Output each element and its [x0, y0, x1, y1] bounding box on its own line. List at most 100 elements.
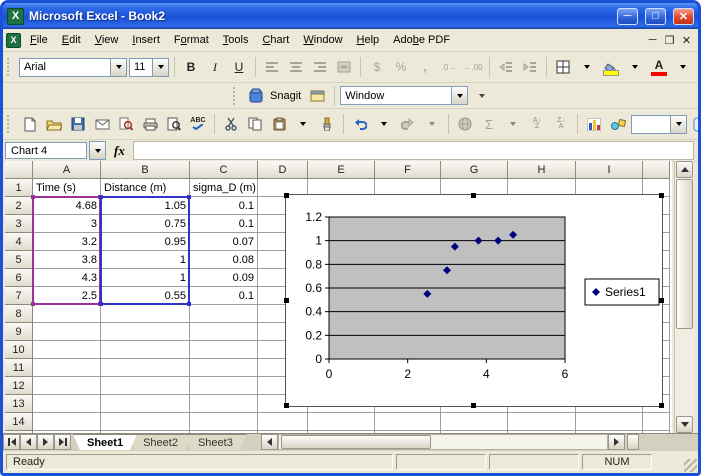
range-fill-handle[interactable] — [99, 302, 103, 306]
row-header-14[interactable]: 14 — [5, 413, 33, 431]
borders-icon[interactable] — [552, 56, 574, 78]
menu-file[interactable]: File — [23, 31, 55, 49]
range-fill-handle[interactable] — [31, 195, 35, 199]
bold-button[interactable]: B — [180, 56, 202, 78]
search-icon[interactable] — [115, 113, 137, 135]
menu-edit[interactable]: Edit — [55, 31, 88, 49]
help-icon[interactable]: ? — [689, 113, 701, 135]
cell-B1[interactable]: Distance (m) — [101, 179, 189, 196]
snagit-profile-combo[interactable]: Window — [340, 86, 468, 105]
resize-grip[interactable] — [684, 459, 697, 472]
maximize-button[interactable]: □ — [645, 8, 666, 25]
column-header-A[interactable]: A — [33, 161, 101, 179]
sort-ascending-icon[interactable]: A↓Z — [526, 113, 548, 135]
fill-color-icon[interactable] — [600, 56, 622, 78]
hyperlink-icon[interactable] — [454, 113, 476, 135]
percent-button[interactable]: % — [390, 56, 412, 78]
close-button[interactable]: ✕ — [673, 8, 694, 25]
vertical-scroll-thumb[interactable] — [676, 179, 693, 329]
row-header-8[interactable]: 8 — [5, 305, 33, 323]
cell-C1[interactable]: sigma_D (m) — [190, 179, 257, 196]
workbook-minimize-button[interactable]: ─ — [644, 33, 661, 48]
chart-wizard-icon[interactable] — [583, 113, 605, 135]
horizontal-scroll-track[interactable] — [278, 434, 608, 450]
toolbar-grip[interactable] — [233, 87, 240, 105]
font-color-icon[interactable]: A — [648, 56, 670, 78]
cell-C2[interactable]: 0.1 — [190, 197, 257, 214]
horizontal-scroll-thumb[interactable] — [281, 435, 431, 449]
name-box[interactable]: Chart 4 — [5, 142, 87, 159]
row-header-1[interactable]: 1 — [5, 179, 33, 197]
menu-adobe-pdf[interactable]: Adobe PDF — [386, 31, 457, 49]
chart-resize-handle[interactable] — [284, 403, 289, 408]
menu-chart[interactable]: Chart — [255, 31, 296, 49]
sort-descending-icon[interactable]: Z↓A — [550, 113, 572, 135]
menu-help[interactable]: Help — [350, 31, 387, 49]
row-header-10[interactable]: 10 — [5, 341, 33, 359]
row-header-7[interactable]: 7 — [5, 287, 33, 305]
cell-C6[interactable]: 0.09 — [190, 269, 257, 286]
minimize-button[interactable]: ─ — [617, 8, 638, 25]
formula-input[interactable] — [133, 141, 694, 160]
column-header-B[interactable]: B — [101, 161, 190, 179]
chart-resize-handle[interactable] — [659, 298, 664, 303]
cell-A1[interactable]: Time (s) — [33, 179, 100, 196]
decrease-indent-icon[interactable] — [495, 56, 517, 78]
zoom-combo[interactable] — [631, 115, 687, 134]
align-right-icon[interactable] — [309, 56, 331, 78]
row-header-6[interactable]: 6 — [5, 269, 33, 287]
cell-C5[interactable]: 0.08 — [190, 251, 257, 268]
paste-dropdown[interactable] — [292, 113, 314, 135]
row-header-5[interactable]: 5 — [5, 251, 33, 269]
font-color-dropdown[interactable] — [672, 56, 694, 78]
fill-color-dropdown[interactable] — [624, 56, 646, 78]
underline-button[interactable]: U — [228, 56, 250, 78]
chart-resize-handle[interactable] — [471, 193, 476, 198]
open-icon[interactable] — [43, 113, 65, 135]
print-icon[interactable] — [139, 113, 161, 135]
menu-format[interactable]: Format — [167, 31, 216, 49]
column-header-H[interactable]: H — [508, 161, 576, 179]
source-range-A[interactable] — [32, 196, 101, 305]
source-range-B[interactable] — [100, 196, 190, 305]
vertical-scrollbar[interactable] — [674, 161, 694, 433]
menu-view[interactable]: View — [88, 31, 126, 49]
row-header-13[interactable]: 13 — [5, 395, 33, 413]
cell-C4[interactable]: 0.07 — [190, 233, 257, 250]
font-name-combo[interactable]: Arial — [19, 58, 127, 77]
sheet-tab-sheet3[interactable]: Sheet3 — [184, 434, 247, 450]
snagit-icon[interactable] — [245, 85, 267, 107]
cell-C3[interactable]: 0.1 — [190, 215, 257, 232]
workbook-close-button[interactable]: ✕ — [678, 33, 695, 48]
row-header-3[interactable]: 3 — [5, 215, 33, 233]
chart-resize-handle[interactable] — [284, 193, 289, 198]
range-fill-handle[interactable] — [99, 195, 103, 199]
italic-button[interactable]: I — [204, 56, 226, 78]
chart-object[interactable]: 00.20.40.60.811.20246Series1 — [285, 194, 663, 407]
toolbar-grip[interactable] — [7, 58, 14, 76]
new-icon[interactable] — [19, 113, 41, 135]
paste-icon[interactable] — [268, 113, 290, 135]
snagit-capture-window-icon[interactable] — [307, 85, 329, 107]
sheet-tab-sheet1[interactable]: Sheet1 — [73, 434, 137, 450]
toolbar-options-icon[interactable] — [470, 85, 492, 107]
redo-dropdown[interactable] — [421, 113, 443, 135]
column-header-E[interactable]: E — [308, 161, 375, 179]
mail-icon[interactable] — [91, 113, 113, 135]
chart-resize-handle[interactable] — [471, 403, 476, 408]
menu-tools[interactable]: Tools — [216, 31, 256, 49]
menu-window[interactable]: Window — [296, 31, 349, 49]
horizontal-scrollbar[interactable] — [261, 434, 698, 450]
print-preview-icon[interactable] — [163, 113, 185, 135]
drawing-icon[interactable] — [607, 113, 629, 135]
column-header-D[interactable]: D — [258, 161, 308, 179]
column-header-F[interactable]: F — [375, 161, 441, 179]
scroll-right-button[interactable] — [608, 434, 625, 450]
row-header-11[interactable]: 11 — [5, 359, 33, 377]
name-box-dropdown[interactable] — [89, 141, 106, 160]
copy-icon[interactable] — [244, 113, 266, 135]
scroll-down-button[interactable] — [676, 416, 693, 433]
range-fill-handle[interactable] — [187, 302, 191, 306]
select-all-corner[interactable] — [5, 161, 33, 179]
scroll-up-button[interactable] — [676, 161, 693, 178]
